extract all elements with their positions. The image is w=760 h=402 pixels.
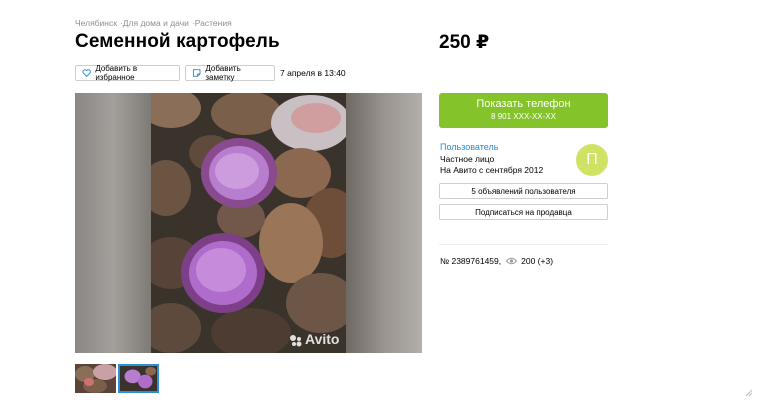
add-to-favorites-label: Добавить в избранное <box>95 64 138 82</box>
corner-icon <box>745 389 753 397</box>
breadcrumb-subcategory[interactable]: Растения <box>195 18 232 28</box>
subscribe-seller-button[interactable]: Подписаться на продавца <box>439 204 608 220</box>
add-note-label: Добавить заметку <box>205 64 241 82</box>
listing-date: 7 апреля в 13:40 <box>280 68 346 78</box>
thumbnail-2-selected[interactable] <box>118 364 159 393</box>
listing-meta: № 2389761459, 200 (+3) <box>440 256 553 266</box>
phone-number-masked: 8 901 XXX-XX-XX <box>491 112 556 121</box>
note-icon <box>192 69 201 77</box>
breadcrumb-city[interactable]: Челябинск <box>75 18 117 28</box>
seller-name-link[interactable]: Пользователь <box>440 142 498 152</box>
listing-title: Семенной картофель <box>75 31 280 52</box>
listing-price: 250 ₽ <box>439 32 490 53</box>
heart-icon <box>82 69 91 78</box>
photo-blur-left <box>75 93 151 353</box>
breadcrumb-category[interactable]: Для дома и дачи <box>123 18 189 28</box>
eye-icon <box>506 257 518 265</box>
divider <box>439 244 608 245</box>
potato-photo <box>151 93 346 353</box>
avito-logo-icon <box>290 335 302 347</box>
show-phone-label: Показать телефон <box>476 98 571 110</box>
avito-watermark: Avito <box>305 331 340 347</box>
seller-since: На Авито с сентября 2012 <box>440 165 544 175</box>
photo-blur-right <box>346 93 422 353</box>
views-count: 200 (+3) <box>521 256 554 266</box>
seller-type: Частное лицо <box>440 154 495 164</box>
main-photo[interactable]: Avito <box>75 93 422 353</box>
avatar[interactable]: П <box>576 144 608 176</box>
seller-ads-button[interactable]: 5 объявлений пользователя <box>439 183 608 199</box>
add-note-button[interactable]: Добавить заметку <box>185 64 275 82</box>
listing-number: № 2389761459, <box>440 256 502 266</box>
thumbnail-1[interactable] <box>75 364 116 393</box>
add-to-favorites-button[interactable]: Добавить в избранное <box>75 64 180 82</box>
breadcrumb: Челябинск ·Для дома и дачи ·Растения <box>75 18 232 28</box>
show-phone-button[interactable]: Показать телефон 8 901 XXX-XX-XX <box>439 93 608 128</box>
